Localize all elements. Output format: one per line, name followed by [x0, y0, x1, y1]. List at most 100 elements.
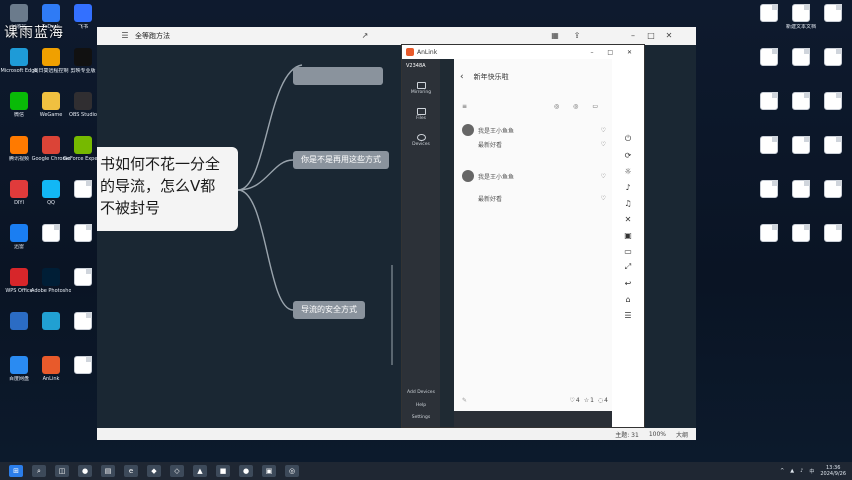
desktop-icon[interactable] — [752, 224, 786, 264]
desktop-icon[interactable]: GeForce Experience — [63, 136, 103, 176]
sidebar-item-help[interactable]: Help — [402, 399, 440, 411]
desktop-icon[interactable] — [784, 180, 818, 220]
window-controls[interactable]: – □ ✕ — [590, 49, 638, 56]
back-nav-icon[interactable]: ↩ — [612, 275, 644, 291]
desktop-icon[interactable]: 剪映专业版 — [66, 48, 100, 88]
desktop-icon[interactable] — [784, 48, 818, 88]
app-icon[interactable]: ● — [239, 465, 253, 477]
phone-screen[interactable]: ‹ 新年快乐啦 ≡ ◎ ◎ ▭ 我是王小鱼鱼 ♡ 最新好看 ♡ 我是王小鱼鱼 ♡… — [454, 59, 614, 427]
view-mode[interactable]: 大纲 — [676, 430, 688, 439]
desktop-icon[interactable]: QQ — [34, 180, 68, 220]
volume-down-icon[interactable]: ♫ — [612, 195, 644, 211]
desktop-icon[interactable] — [66, 224, 100, 264]
heart-icon[interactable]: ♡ — [601, 141, 606, 148]
image-icon[interactable]: ▦ — [549, 30, 561, 42]
volume-icon[interactable]: ♪ — [800, 468, 803, 474]
comment-icon[interactable]: ◌ — [598, 397, 603, 404]
topic-branch-1[interactable]: 你是不是再用这些方式 — [293, 151, 389, 169]
home-icon[interactable]: ⌂ — [612, 291, 644, 307]
app-icon[interactable]: ◎ — [285, 465, 299, 477]
clock[interactable]: 13:36 2024/9/26 — [820, 465, 846, 477]
desktop-icon[interactable] — [816, 92, 850, 132]
app-icon[interactable]: ◇ — [170, 465, 184, 477]
comment-input[interactable]: ✎ — [462, 397, 467, 404]
screenshot-icon[interactable]: ▣ — [612, 227, 644, 243]
zoom-level[interactable]: 100% — [649, 431, 666, 438]
root-topic[interactable]: 书如何不花一分全的导流，怎么V都不被封号 — [97, 147, 238, 231]
light-icon[interactable]: ☼ — [612, 163, 644, 179]
heart-icon[interactable]: ♡ — [601, 195, 606, 202]
heart-icon[interactable]: ♡ — [601, 127, 606, 134]
desktop-icon[interactable] — [752, 48, 786, 88]
topic-branch-2[interactable]: 导流的安全方式 — [293, 301, 365, 319]
desktop-icon[interactable] — [784, 224, 818, 264]
sidebar-item-files[interactable]: Files — [402, 101, 440, 127]
app-icon[interactable]: ■ — [216, 465, 230, 477]
menu-icon[interactable]: ☰ — [119, 30, 131, 42]
desktop-icon[interactable] — [34, 224, 68, 264]
desktop-icon[interactable]: AnLink — [34, 356, 68, 396]
desktop-icon[interactable] — [752, 180, 786, 220]
desktop-icon[interactable] — [66, 312, 100, 352]
desktop-icon[interactable]: Adobe Photoshop — [31, 268, 71, 308]
anlink-window: AnLink – □ ✕ V2348A Mirroring Files Devi… — [401, 44, 645, 428]
desktop-icon[interactable] — [34, 312, 68, 352]
recent-apps-icon[interactable]: ☰ — [612, 307, 644, 323]
share-icon[interactable]: ↗ — [359, 30, 371, 42]
export-icon[interactable]: ⇪ — [571, 30, 583, 42]
anlink-sidebar: V2348A Mirroring Files Devices Add Devic… — [402, 59, 440, 427]
fullscreen-icon[interactable]: ⤢ — [612, 259, 644, 275]
sidebar-item-add-devices[interactable]: Add Devices — [402, 385, 440, 399]
like-icon[interactable]: ♡ — [569, 397, 574, 404]
list-icon[interactable]: ≡ — [462, 103, 467, 110]
mute-icon[interactable]: ✕ — [612, 211, 644, 227]
task-view-icon[interactable]: ◫ — [55, 465, 69, 477]
desktop-icon[interactable]: OBS Studio — [66, 92, 100, 132]
desktop-icon[interactable] — [752, 92, 786, 132]
desktop-icon[interactable] — [66, 180, 100, 220]
maximize-icon[interactable]: □ — [645, 30, 657, 42]
app-icon[interactable]: ▣ — [262, 465, 276, 477]
power-icon[interactable]: ⏻ — [612, 131, 644, 147]
desktop-icon[interactable]: 迅雷 — [2, 224, 36, 264]
comment-row[interactable]: 我是王小鱼鱼 ♡ — [454, 123, 614, 137]
explorer-icon[interactable]: ▤ — [101, 465, 115, 477]
desktop-icon[interactable] — [66, 356, 100, 396]
desktop-icon[interactable] — [752, 136, 786, 176]
back-icon[interactable]: ‹ — [460, 72, 464, 82]
heart-icon[interactable]: ♡ — [601, 173, 606, 180]
network-icon[interactable]: ▲ — [790, 468, 794, 474]
edge-icon[interactable]: e — [124, 465, 138, 477]
comment-row[interactable]: 我是王小鱼鱼 ♡ — [454, 169, 614, 183]
desktop-icon[interactable] — [784, 92, 818, 132]
search-icon[interactable]: ⌕ — [32, 465, 46, 477]
rotate-icon[interactable]: ⟳ — [612, 147, 644, 163]
tray-chevron-icon[interactable]: ^ — [780, 468, 784, 474]
sidebar-item-settings[interactable]: Settings — [402, 411, 440, 423]
desktop-icon[interactable]: 新建文本文档 — [784, 4, 818, 44]
record-icon[interactable]: ▭ — [612, 243, 644, 259]
desktop-icon[interactable] — [816, 48, 850, 88]
volume-up-icon[interactable]: ♪ — [612, 179, 644, 195]
desktop-icon[interactable] — [816, 4, 850, 44]
topic-top-branch[interactable] — [293, 67, 383, 85]
close-icon[interactable]: ✕ — [663, 30, 675, 42]
app-icon[interactable]: ◆ — [147, 465, 161, 477]
star-icon[interactable]: ☆ — [584, 397, 589, 404]
sidebar-item-mirroring[interactable]: Mirroring — [402, 75, 440, 101]
start-icon[interactable]: ⊞ — [9, 465, 23, 477]
minimize-icon[interactable]: – — [627, 30, 639, 42]
desktop-icon[interactable]: 飞书 — [66, 4, 100, 44]
desktop-icon[interactable] — [816, 224, 850, 264]
steam-icon[interactable]: ● — [78, 465, 92, 477]
desktop-icon[interactable] — [2, 312, 36, 352]
sidebar-item-devices[interactable]: Devices — [402, 127, 440, 153]
desktop-icon[interactable] — [784, 136, 818, 176]
app-icon[interactable]: ▲ — [193, 465, 207, 477]
desktop-icon[interactable] — [66, 268, 100, 308]
app-icon — [74, 224, 92, 242]
toolbar-icons[interactable]: ◎ ◎ ▭ — [554, 103, 604, 110]
desktop-icon[interactable] — [816, 136, 850, 176]
desktop-icon[interactable] — [816, 180, 850, 220]
ime-icon[interactable]: 中 — [809, 468, 814, 475]
